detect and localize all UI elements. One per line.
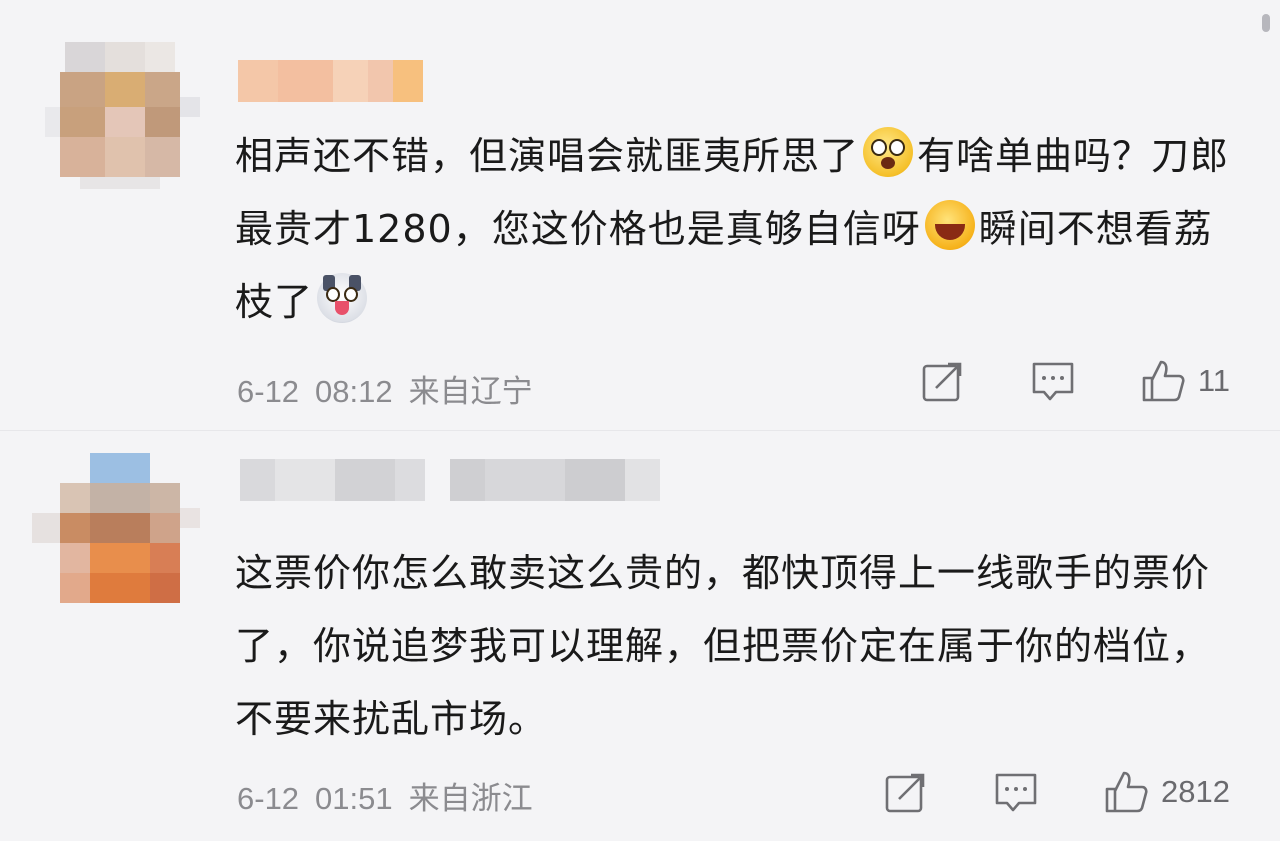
comment-date: 6-12	[237, 781, 300, 816]
like-icon[interactable]	[1140, 358, 1186, 404]
comment-date: 6-12	[237, 374, 300, 409]
like-count: 11	[1197, 363, 1230, 398]
comment-text: 相声还不错，但演唱会就匪夷所思了 有啥单曲吗？刀郎最贵才1280，您这价格也是真够…	[235, 120, 1245, 339]
avatar[interactable]	[32, 453, 200, 603]
comment-time: 08:12	[315, 374, 393, 409]
share-icon[interactable]	[920, 358, 966, 404]
comment-actions: 2812	[883, 767, 1230, 817]
comment-icon[interactable]	[993, 769, 1039, 815]
laugh-emoji	[924, 200, 975, 250]
comment-text: 这票价你怎么敢卖这么贵的，都快顶得上一线歌手的票价了，你说追梦我可以理解，但把票…	[235, 551, 1211, 741]
like-count: 2812	[1161, 774, 1230, 809]
like-icon[interactable]	[1103, 769, 1149, 815]
comment-location: 来自浙江	[408, 781, 533, 816]
comment-location: 来自辽宁	[408, 374, 533, 409]
comment-item: 这票价你怎么敢卖这么贵的，都快顶得上一线歌手的票价了，你说追梦我可以理解，但把票…	[0, 430, 1280, 841]
comment-item: 相声还不错，但演唱会就匪夷所思了 有啥单曲吗？刀郎最贵才1280，您这价格也是真够…	[0, 0, 1280, 430]
husky-dog-emoji	[317, 273, 368, 323]
username[interactable]	[238, 60, 423, 102]
comment-text-segment: 相声还不错，但演唱会就匪夷所思了	[235, 134, 860, 178]
comment-icon[interactable]	[1030, 358, 1076, 404]
share-icon[interactable]	[883, 769, 929, 815]
username[interactable]	[240, 459, 660, 501]
comment-meta: 6-12 01:51 来自浙江	[237, 773, 549, 818]
comment-actions: 11	[920, 356, 1230, 406]
comment-time: 01:51	[315, 781, 393, 816]
shock-emoji	[863, 127, 914, 177]
comment-meta: 6-12 08:12 来自辽宁	[237, 366, 549, 411]
avatar[interactable]	[45, 42, 200, 192]
